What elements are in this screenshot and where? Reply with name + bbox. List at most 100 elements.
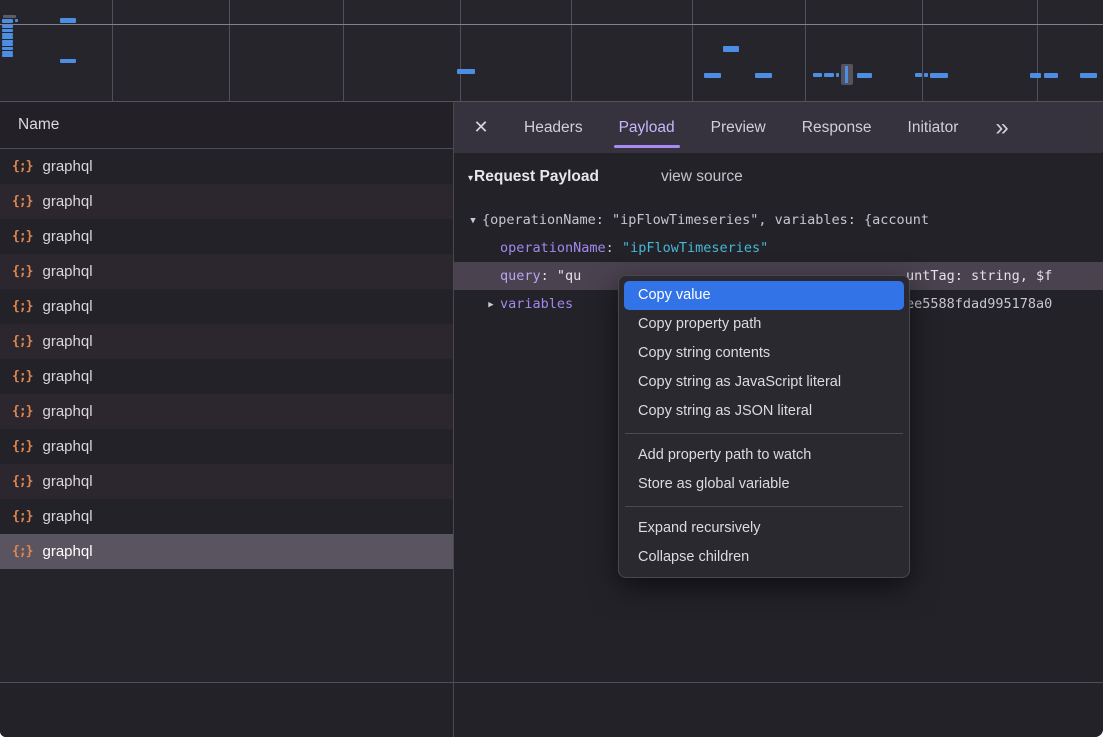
status-footer	[0, 682, 1103, 737]
request-name-label: graphql	[42, 298, 92, 315]
request-timing-bar	[924, 73, 928, 77]
name-column-header[interactable]: Name	[0, 102, 453, 149]
request-timing-bar	[755, 73, 772, 78]
timeline-gridline	[460, 0, 461, 101]
timeline-row-divider	[0, 24, 1103, 25]
request-timing-bar	[813, 73, 822, 77]
property-value-right: untTag: string, $f	[906, 262, 1052, 290]
tabs-container: Headers Payload Preview Response Initiator	[521, 105, 961, 151]
timeline-gridline	[112, 0, 113, 101]
collapsed-triangle-icon[interactable]: ▶	[482, 291, 500, 318]
tab-initiator[interactable]: Initiator	[905, 105, 962, 151]
json-braces-icon: {;}	[12, 369, 32, 384]
property-key: query	[500, 268, 541, 284]
name-column-label: Name	[18, 116, 59, 134]
request-payload-section-header: ▾ Request Payload view source	[454, 153, 1103, 186]
request-timing-bar	[704, 73, 721, 78]
property-key: operationName	[500, 240, 606, 256]
property-value: "ipFlowTimeseries"	[622, 240, 768, 256]
json-braces-icon: {;}	[12, 439, 32, 454]
json-braces-icon: {;}	[12, 229, 32, 244]
expand-triangle-icon[interactable]: ▼	[464, 207, 482, 234]
menu-item-copy-property-path[interactable]: Copy property path	[624, 310, 904, 339]
menu-item-store-as-global-variable[interactable]: Store as global variable	[624, 470, 904, 499]
menu-item-collapse-children[interactable]: Collapse children	[624, 543, 904, 572]
request-name-label: graphql	[42, 438, 92, 455]
request-timing-bar	[915, 73, 922, 77]
context-menu: Copy valueCopy property pathCopy string …	[618, 275, 910, 578]
request-row[interactable]: {;}graphql	[0, 464, 453, 499]
request-row[interactable]: {;}graphql	[0, 219, 453, 254]
panel-divider[interactable]	[453, 102, 454, 737]
request-timing-bar	[2, 29, 13, 32]
menu-item-copy-string-as-javascript-literal[interactable]: Copy string as JavaScript literal	[624, 368, 904, 397]
request-timing-bar	[2, 36, 13, 39]
request-timing-bar	[2, 19, 13, 23]
operation-name-row[interactable]: operationName: "ipFlowTimeseries"	[454, 234, 1103, 262]
timeline-gridline	[805, 0, 806, 101]
request-row[interactable]: {;} graphql	[0, 534, 453, 569]
view-source-link[interactable]: view source	[661, 168, 743, 186]
menu-item-copy-string-as-json-literal[interactable]: Copy string as JSON literal	[624, 397, 904, 426]
request-timing-bar	[836, 73, 839, 77]
request-row[interactable]: {;} graphql	[0, 359, 453, 394]
timeline-gridline	[229, 0, 230, 101]
json-braces-icon: {;}	[12, 404, 32, 419]
request-name-label: graphql	[42, 543, 92, 560]
section-collapse-icon[interactable]: ▾	[468, 173, 473, 184]
menu-item-copy-value[interactable]: Copy value	[624, 281, 904, 310]
request-row[interactable]: {;}graphql	[0, 254, 453, 289]
request-payload-title: Request Payload	[474, 168, 599, 186]
json-braces-icon: {;}	[12, 159, 32, 174]
request-row[interactable]: {;} graphql	[0, 429, 453, 464]
json-braces-icon: {;}	[12, 334, 32, 349]
more-tabs-icon[interactable]: »	[995, 118, 1008, 138]
request-timing-bar	[60, 18, 76, 23]
request-timing-bar	[723, 46, 739, 52]
tab-headers[interactable]: Headers	[521, 105, 586, 151]
payload-root-row[interactable]: ▼{operationName: "ipFlowTimeseries", var…	[454, 206, 1103, 234]
menu-item-add-property-path-to-watch[interactable]: Add property path to watch	[624, 441, 904, 470]
request-row[interactable]: {;}graphql	[0, 289, 453, 324]
tab-response[interactable]: Response	[799, 105, 875, 151]
devtools-network-panel: Name {;}graphql{;}graphql{;}graphql{;}gr…	[0, 0, 1103, 737]
json-braces-icon: {;}	[12, 474, 32, 489]
request-timing-bar	[2, 47, 13, 50]
close-icon[interactable]: ✕	[471, 117, 491, 138]
tab-preview[interactable]: Preview	[708, 105, 769, 151]
property-preview-right: ee5588fdad995178a0	[906, 290, 1052, 318]
request-rows: {;} graphql {;} graphql {;} graphql {;} graphql…	[0, 149, 453, 569]
request-row[interactable]: {;} graphql	[0, 394, 453, 429]
request-timing-bar	[2, 25, 13, 28]
request-timing-bar	[930, 73, 948, 78]
menu-item-copy-string-contents[interactable]: Copy string contents	[624, 339, 904, 368]
tab-payload[interactable]: Payload	[616, 105, 678, 151]
request-timing-bar	[2, 43, 13, 46]
payload-root-preview: {operationName: "ipFlowTimeseries", vari…	[482, 212, 929, 228]
menu-separator	[625, 506, 903, 507]
timeline-gridline	[571, 0, 572, 101]
request-row[interactable]: {;}graphql	[0, 499, 453, 534]
timeline-gridline	[922, 0, 923, 101]
json-braces-icon: {;}	[12, 194, 32, 209]
request-timing-bar	[15, 19, 18, 22]
timeline-gridline	[692, 0, 693, 101]
request-row[interactable]: {;}graphql	[0, 149, 453, 184]
request-timing-bar	[457, 69, 475, 74]
request-list-panel: Name {;}graphql{;}graphql{;}graphql{;}gr…	[0, 102, 453, 682]
request-row[interactable]: {;}graphql	[0, 324, 453, 359]
menu-item-expand-recursively[interactable]: Expand recursively	[624, 514, 904, 543]
request-timing-bar	[1080, 73, 1097, 78]
network-overview-timeline[interactable]	[0, 0, 1103, 102]
property-value-left: "qu	[557, 268, 581, 284]
request-name-label: graphql	[42, 403, 92, 420]
request-timing-bar	[824, 73, 834, 77]
json-braces-icon: {;}	[12, 264, 32, 279]
menu-separator	[625, 433, 903, 434]
property-key: variables	[500, 296, 573, 312]
request-row[interactable]: {;}graphql	[0, 184, 453, 219]
timeline-gridline	[1037, 0, 1038, 101]
json-braces-icon: {;}	[12, 544, 32, 559]
request-name-label: graphql	[42, 368, 92, 385]
timeline-grey-bar	[3, 15, 16, 18]
